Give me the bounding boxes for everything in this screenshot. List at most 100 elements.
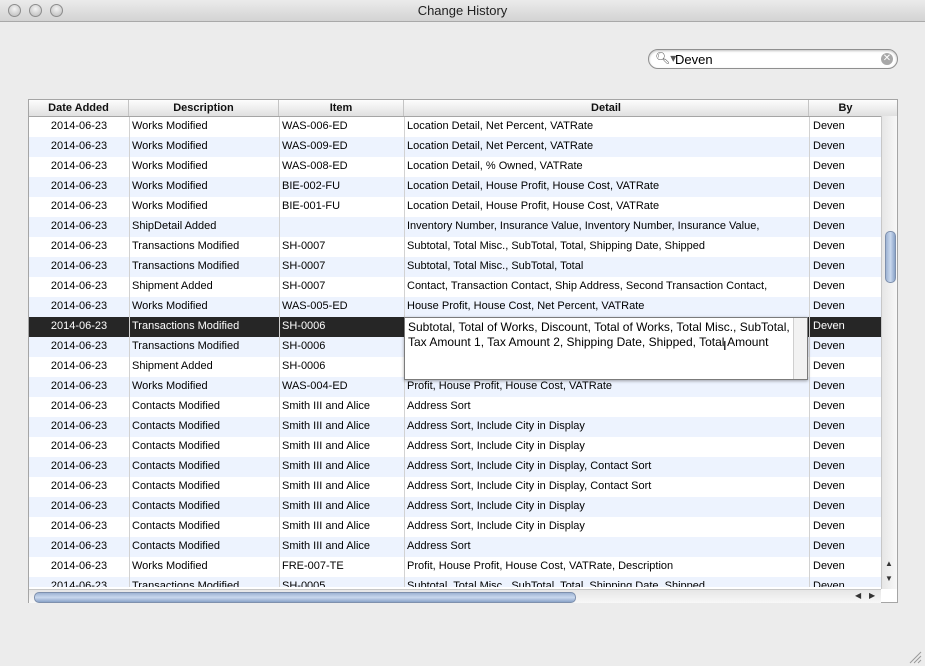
editor-scrollbar[interactable] [793,318,807,379]
column-divider [279,117,280,587]
cell-description: Contacts Modified [132,480,221,492]
cell-detail: Address Sort [407,400,471,412]
cell-item: Smith III and Alice [282,420,371,432]
cell-item: SH-0007 [282,240,326,252]
table-row[interactable]: 2014-06-23 Works Modified FRE-007-TE Profit… [29,557,882,577]
table-row[interactable]: 2014-06-23 Contacts Modified Smith III and… [29,537,882,557]
cell-by: Deven [813,160,845,172]
cell-description: Transactions Modified [132,260,240,272]
cell-description: Works Modified [132,160,208,172]
cell-by: Deven [813,120,845,132]
column-header-detail[interactable]: Detail [404,100,809,116]
cell-date-added: 2014-06-23 [50,520,108,532]
column-header-description[interactable]: Description [129,100,279,116]
cell-date-added: 2014-06-23 [50,560,108,572]
table-row[interactable]: 2014-06-23 Contacts Modified Smith III and… [29,497,882,517]
cell-detail: Location Detail, House Profit, House Cos… [407,180,660,192]
scroll-up-arrow-icon[interactable]: ▲ [885,559,893,568]
title-bar: Change History [0,0,925,22]
table-row[interactable]: 2014-06-23 Transactions Modified SH-0005 Su… [29,577,882,587]
cell-by: Deven [813,320,845,332]
cell-date-added: 2014-06-23 [50,440,108,452]
table-row[interactable]: 2014-06-23 Works Modified WAS-004-ED Profit… [29,377,882,397]
column-header-date-added[interactable]: Date Added [29,100,129,116]
vertical-scroll-thumb[interactable] [885,231,896,283]
cell-detail: Address Sort, Include City in Display, C… [407,480,652,492]
cell-item: FRE-007-TE [282,560,344,572]
cell-description: Shipment Added [132,280,213,292]
cell-date-added: 2014-06-23 [50,500,108,512]
scroll-down-arrow-icon[interactable]: ▼ [885,574,893,583]
table-header: Date Added Description Item Detail By [29,100,897,117]
table-row[interactable]: 2014-06-23 Works Modified BIE-001-FU Locati… [29,197,882,217]
cell-item: SH-0006 [282,320,326,332]
cell-item: Smith III and Alice [282,520,371,532]
scroll-right-arrow-icon[interactable]: ▶ [869,591,875,600]
text-cursor-icon: I [723,338,727,353]
cell-detail: Inventory Number, Insurance Value, Inven… [407,220,760,232]
table-row[interactable]: 2014-06-23 Works Modified WAS-008-ED Locati… [29,157,882,177]
table-row[interactable]: 2014-06-23 Works Modified WAS-005-ED House … [29,297,882,317]
cell-detail: Location Detail, % Owned, VATRate [407,160,583,172]
cell-date-added: 2014-06-23 [50,240,108,252]
table-row[interactable]: 2014-06-23 Works Modified WAS-006-ED Locati… [29,117,882,137]
cell-item: SH-0007 [282,280,326,292]
cell-by: Deven [813,380,845,392]
cell-by: Deven [813,340,845,352]
table-row[interactable]: 2014-06-23 ShipDetail Added Inventory Numb… [29,217,882,237]
cell-item: Smith III and Alice [282,540,371,552]
cell-by: Deven [813,360,845,372]
cell-by: Deven [813,520,845,532]
column-header-by[interactable]: By [809,100,882,116]
table-row[interactable]: 2014-06-23 Works Modified BIE-002-FU Locati… [29,177,882,197]
detail-editor-text[interactable]: Subtotal, Total of Works, Discount, Tota… [408,320,791,350]
cell-by: Deven [813,580,845,587]
resize-grip-icon[interactable] [908,650,922,664]
cell-date-added: 2014-06-23 [50,480,108,492]
cell-item: Smith III and Alice [282,460,371,472]
cell-description: Contacts Modified [132,540,221,552]
search-icon[interactable]: 🔍︎▾ [655,51,676,65]
detail-cell-editor[interactable]: Subtotal, Total of Works, Discount, Tota… [404,317,808,380]
cell-detail: Address Sort, Include City in Display [407,440,585,452]
cell-date-added: 2014-06-23 [50,580,108,587]
search-input[interactable] [675,51,875,67]
table-row[interactable]: 2014-06-23 Contacts Modified Smith III and… [29,457,882,477]
horizontal-scroll-thumb[interactable] [34,592,576,603]
cell-date-added: 2014-06-23 [50,140,108,152]
table-row[interactable]: 2014-06-23 Contacts Modified Smith III and… [29,417,882,437]
cell-date-added: 2014-06-23 [50,540,108,552]
clear-search-icon[interactable]: ✕ [881,53,893,65]
search-field[interactable]: 🔍︎▾ ✕ [648,49,898,69]
cell-description: Transactions Modified [132,240,240,252]
cell-by: Deven [813,460,845,472]
cell-detail: Address Sort, Include City in Display [407,420,585,432]
cell-date-added: 2014-06-23 [50,180,108,192]
cell-by: Deven [813,420,845,432]
table-row[interactable]: 2014-06-23 Contacts Modified Smith III and… [29,517,882,537]
cell-item: WAS-005-ED [282,300,348,312]
scroll-left-arrow-icon[interactable]: ◀ [855,591,861,600]
cell-item: BIE-001-FU [282,200,341,212]
table-row[interactable]: 2014-06-23 Contacts Modified Smith III and… [29,437,882,457]
table-row[interactable]: 2014-06-23 Shipment Added SH-0007 Contact, … [29,277,882,297]
table-row[interactable]: 2014-06-23 Contacts Modified Smith III and… [29,397,882,417]
table-row[interactable]: 2014-06-23 Works Modified WAS-009-ED Locati… [29,137,882,157]
cell-item: WAS-004-ED [282,380,348,392]
cell-item: SH-0006 [282,360,326,372]
table-row[interactable]: 2014-06-23 Contacts Modified Smith III and… [29,477,882,497]
table-row[interactable]: 2014-06-23 Transactions Modified SH-0007 Su… [29,257,882,277]
cell-date-added: 2014-06-23 [50,460,108,472]
cell-detail: Profit, House Profit, House Cost, VATRat… [407,380,613,392]
cell-item: Smith III and Alice [282,400,371,412]
cell-by: Deven [813,300,845,312]
window-title: Change History [417,3,508,18]
cell-date-added: 2014-06-23 [50,120,108,132]
vertical-scrollbar[interactable]: ▲ ▼ [881,116,897,589]
column-header-item[interactable]: Item [279,100,404,116]
cell-by: Deven [813,140,845,152]
cell-description: ShipDetail Added [132,220,217,232]
cell-description: Shipment Added [132,360,213,372]
horizontal-scrollbar[interactable]: ◀ ▶ [29,589,881,603]
table-row[interactable]: 2014-06-23 Transactions Modified SH-0007 Su… [29,237,882,257]
